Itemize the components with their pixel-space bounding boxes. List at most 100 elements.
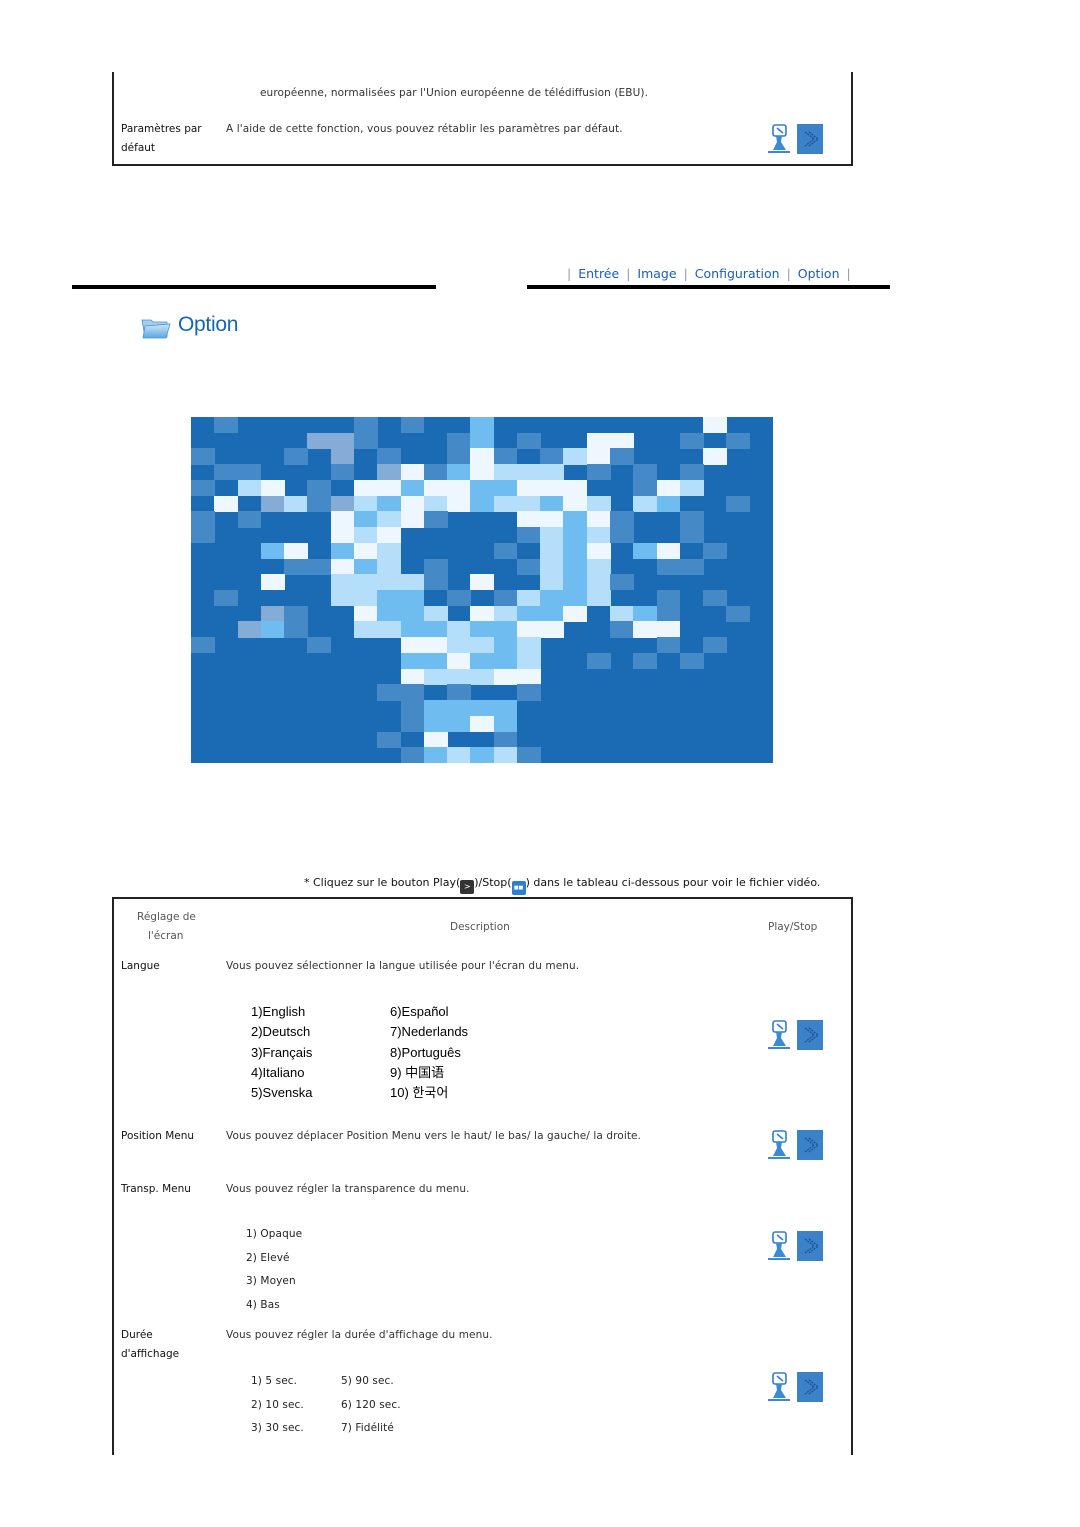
mosaic-tile (470, 448, 495, 465)
mosaic-tile (586, 574, 611, 591)
mosaic-tile (353, 479, 378, 497)
play-button[interactable] (797, 1020, 823, 1050)
mosaic-tile (400, 605, 425, 622)
mosaic-tile (563, 574, 588, 591)
instruction-note: * Cliquez sur le bouton Play(>)/Stop(■■)… (304, 876, 820, 895)
setting-label-duree-1: Durée (121, 1329, 153, 1341)
mosaic-tile (633, 652, 658, 670)
mosaic-tile (423, 558, 448, 575)
mosaic-tile (586, 448, 611, 465)
nav-link-image[interactable]: Image (637, 266, 676, 281)
play-stop-control-position-menu[interactable] (767, 1130, 823, 1160)
mosaic-tile (447, 668, 471, 685)
mosaic-tile (260, 495, 285, 512)
mosaic-tile (330, 511, 355, 528)
mosaic-tile (516, 590, 541, 607)
mosaic-tile (214, 464, 239, 481)
mosaic-tile (447, 479, 471, 497)
mosaic-tile (633, 605, 658, 622)
monitor-person-icon[interactable] (767, 1231, 791, 1261)
mosaic-tile (377, 731, 401, 748)
mosaic-tile (400, 574, 425, 591)
nav-separator: | (683, 266, 688, 281)
play-stop-control-duree[interactable] (767, 1372, 823, 1402)
mosaic-tile (447, 590, 471, 607)
mosaic-tile (563, 527, 588, 544)
nav-link-option[interactable]: Option (798, 266, 840, 281)
mosaic-tile (470, 621, 495, 638)
mosaic-tile (353, 417, 378, 434)
mosaic-tile (540, 542, 564, 560)
mosaic-tile (400, 684, 425, 701)
setting-label-langue: Langue (121, 960, 160, 972)
mosaic-tile (330, 432, 355, 449)
setting-label-duree-2: d'affichage (121, 1348, 180, 1360)
header-setting-2: l'écran (148, 930, 184, 942)
play-arrow-icon (804, 1027, 820, 1043)
mosaic-tile (679, 527, 704, 544)
play-button[interactable] (797, 1130, 823, 1160)
mosaic-tile (447, 448, 471, 465)
mosaic-tile (516, 511, 541, 528)
duration-option: 2) 10 sec. (251, 1398, 304, 1411)
header-play-stop: Play/Stop (768, 921, 818, 933)
mosaic-tile (423, 700, 448, 717)
mosaic-tile (447, 432, 471, 449)
setting-label-transp-menu: Transp. Menu (121, 1183, 191, 1195)
setting-description-transp-menu: Vous pouvez régler la transparence du me… (226, 1183, 470, 1195)
play-stop-control-transp-menu[interactable] (767, 1231, 823, 1261)
play-stop-control-langue[interactable] (767, 1020, 823, 1050)
mosaic-tile (493, 747, 518, 763)
mosaic-tile (400, 637, 425, 654)
play-button[interactable] (797, 1231, 823, 1261)
mosaic-tile (703, 590, 727, 607)
monitor-person-icon[interactable] (767, 1020, 791, 1050)
mosaic-tile (400, 747, 425, 763)
mosaic-tile (703, 448, 727, 465)
mosaic-tile (586, 590, 611, 607)
mosaic-tile (353, 605, 378, 622)
mosaic-tile (260, 574, 285, 591)
mosaic-tile (353, 527, 378, 544)
mosaic-tile (563, 558, 588, 575)
mosaic-tile (307, 558, 332, 575)
mosaic-tile (493, 621, 518, 638)
mosaic-tile (679, 652, 704, 670)
mosaic-tile (540, 621, 564, 638)
mosaic-tile (191, 527, 215, 544)
mosaic-tile (377, 605, 401, 622)
mosaic-tile (307, 432, 332, 449)
mosaic-tile (586, 464, 611, 481)
mosaic-tile (493, 715, 518, 733)
duration-options-right: 5) 90 sec. 6) 120 sec. 7) Fidélité (341, 1370, 401, 1441)
mosaic-tile (470, 464, 495, 481)
mosaic-tile (307, 495, 332, 512)
mosaic-tile (377, 621, 401, 638)
play-arrow-icon (804, 1137, 820, 1153)
monitor-person-icon[interactable] (767, 1130, 791, 1160)
mosaic-tile (586, 511, 611, 528)
play-button[interactable] (797, 124, 823, 154)
mosaic-tile (563, 590, 588, 607)
play-arrow-icon (804, 1238, 820, 1254)
mosaic-tile (493, 652, 518, 670)
nav-link-configuration[interactable]: Configuration (695, 266, 780, 281)
monitor-person-icon[interactable] (767, 1372, 791, 1402)
mosaic-tile (563, 448, 588, 465)
mosaic-tile (191, 637, 215, 654)
option-table (112, 897, 853, 1455)
nav-link-entree[interactable]: Entrée (578, 266, 619, 281)
mosaic-tile (353, 590, 378, 607)
mosaic-tile (191, 448, 215, 465)
play-stop-control[interactable] (767, 124, 823, 154)
mosaic-tile (633, 464, 658, 481)
language-option: 8)Português (390, 1044, 461, 1060)
play-button[interactable] (797, 1372, 823, 1402)
mosaic-tile (400, 479, 425, 497)
mosaic-tile (423, 605, 448, 622)
mosaic-tile (470, 605, 495, 622)
folder-icon (141, 319, 171, 339)
transparency-options: 1) Opaque 2) Elevé 3) Moyen 4) Bas (246, 1223, 302, 1317)
monitor-person-icon[interactable] (767, 124, 791, 154)
mosaic-tile (284, 495, 308, 512)
